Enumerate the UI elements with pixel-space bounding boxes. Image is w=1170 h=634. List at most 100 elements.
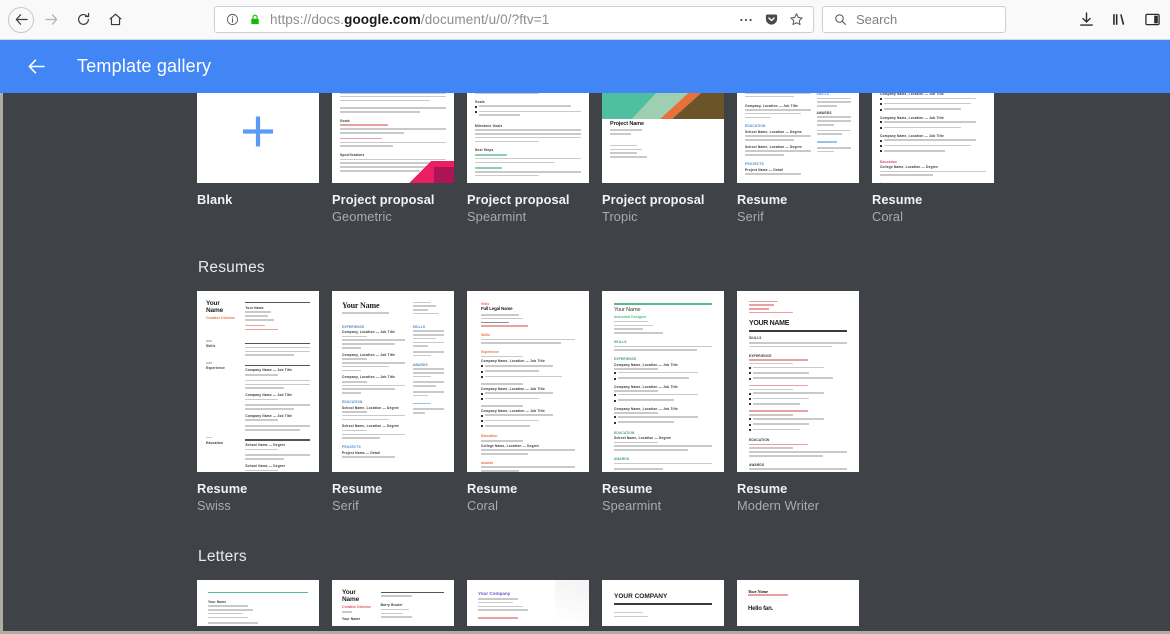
template-card-resume-modern-writer[interactable]: YOUR NAME SKILLS EXPERIENCE EDUCATION AW… — [737, 290, 859, 515]
template-card-blank[interactable]: Blank — [197, 93, 319, 226]
template-subtitle: Coral — [872, 209, 904, 225]
template-thumbnail[interactable]: YOUR NAME SKILLS EXPERIENCE EDUCATION AW… — [737, 290, 859, 472]
page-info-icon[interactable] — [223, 11, 241, 29]
template-card-project-proposal-tropic[interactable]: Project Name Project proposal Tropic — [602, 93, 724, 226]
template-card-resume-serif-top[interactable]: Company, Location — Job Title EDUCATION … — [737, 93, 859, 226]
thumb-name: YOUR NAME — [749, 319, 790, 327]
thumb-name: Your Name — [614, 307, 641, 314]
url-host: google.com — [344, 12, 421, 27]
template-card-letter-swiss[interactable]: Your Name Creative Director Your Name Ba… — [332, 580, 454, 627]
template-card-resume-serif[interactable]: Your Name EXPERIENCE Company, Location —… — [332, 290, 454, 515]
url-identity-block — [221, 11, 264, 29]
template-title: Project proposal — [332, 192, 435, 207]
template-thumbnail[interactable]: Goals Specifications — [332, 93, 454, 183]
template-thumbnail[interactable]: YOUR COMPANY — [602, 580, 724, 627]
template-thumbnail[interactable]: Your Name Industrial Designer SKILLS EXP… — [602, 290, 724, 472]
template-title: Project proposal — [467, 192, 570, 207]
template-subtitle: Coral — [467, 497, 499, 513]
search-bar[interactable]: Search — [822, 6, 1006, 33]
url-bar-actions — [737, 11, 807, 29]
template-subtitle: Swiss — [197, 497, 231, 513]
template-label: Blank — [197, 191, 319, 208]
section-title-letters: Letters — [198, 548, 247, 566]
template-thumbnail[interactable]: Hello Full Legal Name Skills Experience … — [467, 290, 589, 472]
url-path: /document/u/0/?ftv=1 — [420, 12, 550, 27]
template-subtitle: Tropic — [602, 209, 638, 225]
thumb-greeting: Hello fan. — [748, 605, 774, 612]
template-subtitle: Spearmint — [602, 497, 662, 513]
template-subtitle: Geometric — [332, 209, 392, 225]
template-label: Project proposal Tropic — [602, 191, 724, 226]
pocket-icon[interactable] — [762, 11, 780, 29]
search-input[interactable]: Search — [856, 12, 897, 27]
plus-icon — [237, 111, 279, 158]
template-card-resume-coral-top[interactable]: Company Name, Location — Job Title Compa… — [872, 93, 994, 226]
lock-icon[interactable] — [246, 11, 264, 29]
sidebar-icon[interactable] — [1142, 10, 1162, 30]
template-label: Project proposal Geometric — [332, 191, 454, 226]
thumb-role: Creative Director — [206, 315, 235, 320]
url-scheme: https:// — [270, 12, 312, 27]
thumb-section-hello: Hello — [481, 301, 490, 306]
template-thumbnail[interactable]: Your Name EXPERIENCE Company, Location —… — [332, 290, 454, 472]
gallery-back-icon[interactable] — [26, 56, 47, 77]
template-thumbnail[interactable]: Your Name Creative Director Your Name — [197, 290, 319, 472]
forward-button[interactable] — [36, 5, 66, 35]
template-label: Project proposal Spearmint — [467, 191, 589, 226]
toolbar-right-actions — [1076, 10, 1162, 30]
thumb-company: YOUR COMPANY — [614, 593, 668, 601]
template-card-resume-swiss[interactable]: Your Name Creative Director Your Name Sk… — [197, 290, 319, 515]
template-thumbnail[interactable]: Goals Milestone Goals Next Steps — [467, 93, 589, 183]
template-row-resumes: Your Name Creative Director Your Name Sk… — [197, 290, 991, 515]
thumb-name: Your Name — [206, 299, 224, 314]
viewport-left-edge — [0, 93, 3, 634]
template-thumbnail[interactable]: Project Name — [602, 93, 724, 183]
home-button[interactable] — [100, 5, 130, 35]
template-thumbnail[interactable]: Your Name Hello fan. — [737, 580, 859, 627]
template-title: Resume — [872, 192, 923, 207]
template-title: Resume — [602, 480, 653, 496]
url-bar[interactable]: https://docs.google.com/document/u/0/?ft… — [214, 6, 814, 33]
section-title-resumes: Resumes — [198, 258, 265, 276]
template-label: Resume Coral — [872, 191, 994, 226]
template-subtitle: Spearmint — [467, 209, 527, 225]
template-card-resume-spearmint[interactable]: Your Name Industrial Designer SKILLS EXP… — [602, 290, 724, 515]
thumb-role: Creative Director — [342, 605, 371, 610]
url-text[interactable]: https://docs.google.com/document/u/0/?ft… — [270, 12, 731, 27]
template-title: Project proposal — [602, 192, 705, 207]
reload-button[interactable] — [68, 5, 98, 35]
template-card-letter-plum[interactable]: Your Company — [467, 580, 589, 627]
template-thumbnail[interactable]: Your Name Creative Director Your Name — [332, 580, 454, 627]
template-subtitle: Modern Writer — [737, 497, 820, 513]
ellipsis-icon[interactable] — [737, 11, 755, 29]
thumb-name: Your Name — [342, 300, 380, 310]
template-label: Resume Modern Writer — [737, 480, 859, 515]
search-icon — [831, 11, 849, 29]
thumb-name: Your Name — [208, 599, 227, 604]
template-thumbnail[interactable]: Your Name — [197, 580, 319, 627]
template-thumbnail[interactable]: Company Name, Location — Job Title Compa… — [872, 93, 994, 183]
template-label: Resume Spearmint — [602, 480, 724, 515]
template-title: Resume — [197, 480, 248, 496]
download-icon[interactable] — [1076, 10, 1096, 30]
star-icon[interactable] — [787, 11, 805, 29]
back-button[interactable] — [8, 6, 34, 33]
template-title: Resume — [467, 480, 518, 496]
template-thumbnail[interactable]: Your Company — [467, 580, 589, 627]
template-card-letter-mint[interactable]: Your Name — [197, 580, 319, 627]
template-card-project-proposal-spearmint[interactable]: Goals Milestone Goals Next Steps Project… — [467, 93, 589, 226]
url-subdomain: docs. — [311, 12, 345, 27]
template-card-letter-fan[interactable]: Your Name Hello fan. — [737, 580, 859, 627]
template-thumbnail[interactable] — [197, 93, 319, 183]
template-title: Resume — [332, 480, 383, 496]
library-icon[interactable] — [1109, 10, 1129, 30]
template-row-letters: Your Name Your Name Creative Director Yo… — [197, 580, 991, 627]
template-thumbnail[interactable]: Company, Location — Job Title EDUCATION … — [737, 93, 859, 183]
template-subtitle: Serif — [737, 209, 764, 225]
template-card-letter-company[interactable]: YOUR COMPANY — [602, 580, 724, 627]
template-card-resume-coral[interactable]: Hello Full Legal Name Skills Experience … — [467, 290, 589, 515]
template-label: Resume Serif — [737, 191, 859, 226]
template-card-project-proposal-geometric[interactable]: Goals Specifications Project proposal Ge… — [332, 93, 454, 226]
browser-toolbar: https://docs.google.com/document/u/0/?ft… — [0, 0, 1170, 40]
template-gallery[interactable]: Blank Goals Specifications Project propo… — [0, 93, 1170, 634]
